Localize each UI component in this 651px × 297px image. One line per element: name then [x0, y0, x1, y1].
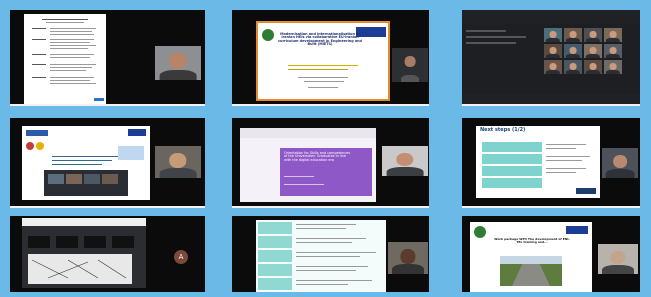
video-tile-3[interactable] — [462, 10, 640, 106]
participant-camera — [388, 242, 428, 274]
diagram-slide — [22, 218, 146, 288]
video-tile-4[interactable] — [10, 118, 205, 208]
shared-document — [24, 14, 106, 104]
next-steps-slide: Next steps (1/2) — [476, 126, 600, 198]
slide-title: Work package WP3 The development of ENI-… — [494, 237, 570, 245]
participant-camera — [382, 146, 428, 176]
slide-heading: Next steps (1/2) — [480, 127, 526, 133]
participant-camera — [598, 244, 638, 274]
video-tile-2[interactable]: Modernisation and internationalisation o… — [232, 10, 429, 106]
banner-slide — [22, 126, 150, 200]
gallery-panel — [462, 24, 640, 94]
video-tile-5[interactable]: Orientation for Skills and competences o… — [232, 118, 429, 208]
road-slide: Work package WP3 The development of ENI-… — [470, 222, 592, 292]
video-tile-6[interactable]: Next steps (1/2) — [462, 118, 640, 208]
participant-camera — [155, 46, 201, 80]
video-tile-8[interactable] — [232, 216, 429, 292]
participant-avatar: A — [174, 250, 188, 264]
diagram-arrows — [31, 259, 127, 279]
slide-title: Orientation for Skills and competences o… — [284, 151, 350, 162]
title-slide: Modernisation and internationalisation o… — [256, 21, 390, 101]
participant-camera — [155, 146, 201, 178]
university-logo — [262, 29, 274, 41]
table-slide — [256, 220, 386, 292]
participant-camera — [392, 48, 428, 82]
video-tile-9[interactable]: Work package WP3 The development of ENI-… — [462, 216, 640, 292]
video-tile-1[interactable] — [10, 10, 205, 106]
video-tile-7[interactable]: A — [10, 216, 205, 292]
participant-camera — [602, 148, 638, 178]
purple-slide: Orientation for Skills and competences o… — [240, 128, 376, 202]
slide-title: Modernisation and internationalisation o… — [278, 32, 362, 47]
